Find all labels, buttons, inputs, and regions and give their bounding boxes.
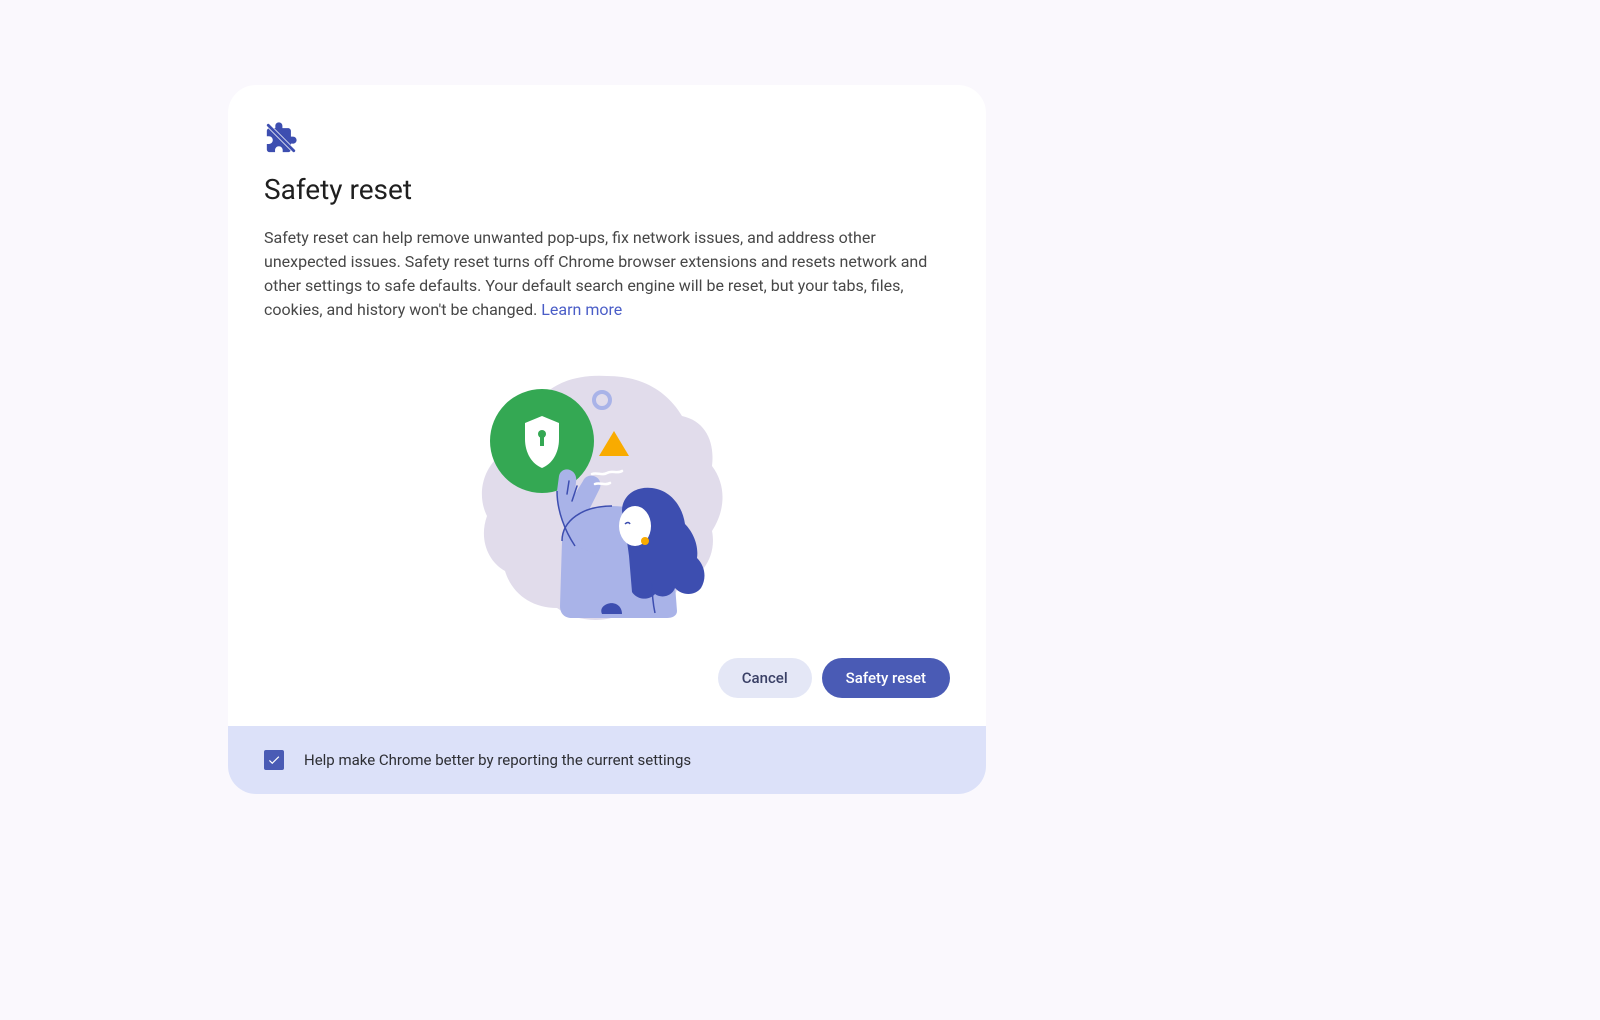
safety-reset-dialog: Safety reset Safety reset can help remov…	[228, 85, 986, 794]
checkbox-label: Help make Chrome better by reporting the…	[304, 751, 691, 769]
dialog-footer: Help make Chrome better by reporting the…	[228, 726, 986, 794]
learn-more-link[interactable]: Learn more	[541, 300, 622, 319]
dialog-title: Safety reset	[264, 173, 950, 206]
report-settings-checkbox[interactable]	[264, 750, 284, 770]
safety-reset-button[interactable]: Safety reset	[822, 658, 950, 698]
cancel-button[interactable]: Cancel	[718, 658, 812, 698]
extension-off-icon	[264, 121, 950, 159]
checkmark-icon	[267, 753, 281, 767]
dialog-description: Safety reset can help remove unwanted po…	[264, 226, 950, 322]
button-row: Cancel Safety reset	[264, 654, 950, 698]
safety-illustration	[264, 346, 950, 626]
dialog-content: Safety reset Safety reset can help remov…	[228, 85, 986, 726]
